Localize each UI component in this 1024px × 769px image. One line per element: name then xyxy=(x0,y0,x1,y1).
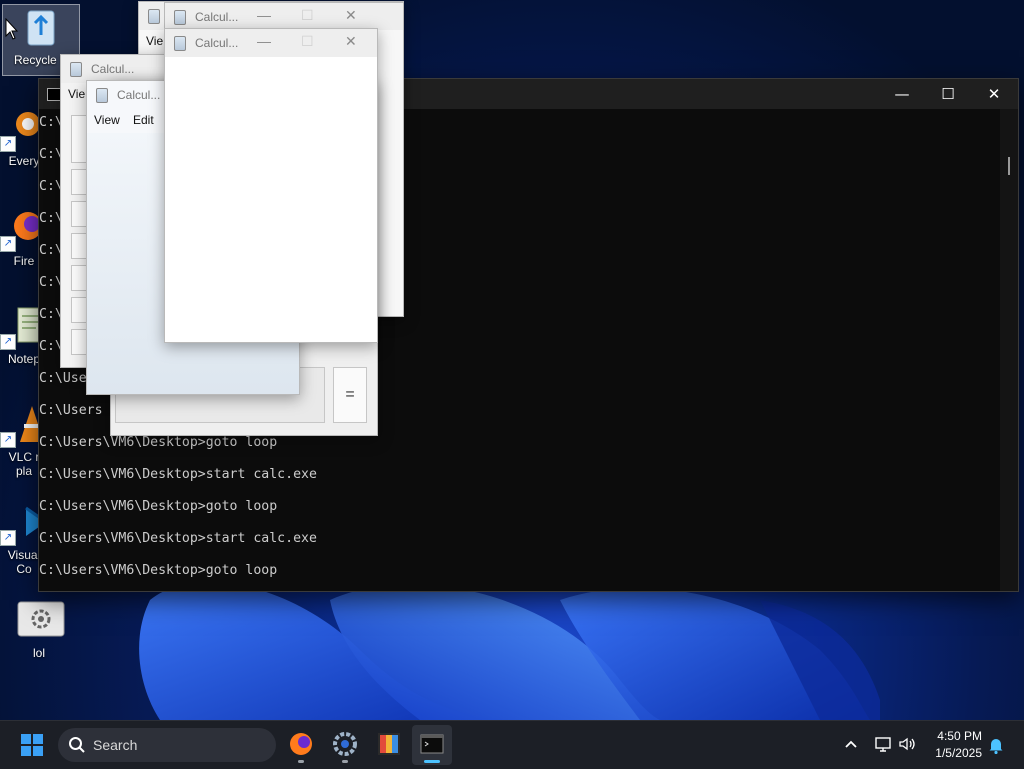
calculator-icon xyxy=(174,10,186,25)
terminal-line: C:\Users\VM6\Desktop>goto loop xyxy=(39,499,278,514)
minimize-button[interactable]: — xyxy=(257,7,271,23)
taskbar-settings[interactable] xyxy=(325,725,365,765)
terminal-line: C:\Users\VM6\Desktop>goto loop xyxy=(39,563,278,578)
clock-date[interactable]: 1/5/2025 xyxy=(920,746,982,760)
menu-edit[interactable]: Edit xyxy=(133,113,154,127)
calculator-titlebar[interactable]: Calcul... — ☐ ✕ xyxy=(165,29,377,57)
shortcut-arrow-icon: ↗ xyxy=(0,530,16,546)
calculator-key[interactable] xyxy=(71,233,87,259)
calculator-title: Calcul... xyxy=(117,88,161,102)
taskbar-terminal[interactable] xyxy=(412,725,452,765)
calculator-key[interactable] xyxy=(71,115,87,163)
calculator-title: Calcul... xyxy=(91,62,135,76)
close-button[interactable]: ✕ xyxy=(971,79,1017,109)
shortcut-arrow-icon: ↗ xyxy=(0,236,16,252)
terminal-line: C:\Users\VM6\Desktop>goto loop xyxy=(39,435,278,450)
notification-bell-icon[interactable] xyxy=(988,736,1004,758)
calculator-window[interactable]: Calcul... — ☐ ✕ xyxy=(164,2,404,29)
terminal-line: C:\Users\VM6\Desktop>start calc.exe xyxy=(39,531,317,546)
maximize-button[interactable]: ☐ xyxy=(925,79,971,109)
calculator-icon xyxy=(174,36,186,51)
terminal-line: C:\Users\VM6\Desktop>start calc.exe xyxy=(39,467,317,482)
equals-button[interactable]: = xyxy=(333,367,367,423)
menu-view[interactable]: View xyxy=(94,113,120,127)
taskbar-search-box[interactable]: Search xyxy=(58,728,276,762)
active-indicator xyxy=(424,760,440,763)
mouse-cursor-icon xyxy=(5,17,19,44)
running-indicator xyxy=(298,760,304,763)
taskbar: Search 4:50 PM 1/5/2025 xyxy=(0,720,1024,769)
running-indicator xyxy=(342,760,348,763)
calculator-icon xyxy=(148,9,160,24)
calculator-title: Calcul... xyxy=(195,36,239,50)
calculator-titlebar[interactable]: Calcul... — ☐ ✕ xyxy=(165,3,403,29)
taskbar-firefox[interactable] xyxy=(281,725,321,765)
terminal-icon xyxy=(420,734,444,754)
shortcut-arrow-icon: ↗ xyxy=(0,334,16,350)
terminal-scrollbar[interactable] xyxy=(1000,109,1018,591)
close-button[interactable]: ✕ xyxy=(345,33,357,50)
maximize-button[interactable]: ☐ xyxy=(301,33,314,50)
clock-time[interactable]: 4:50 PM xyxy=(920,729,982,743)
volume-icon[interactable] xyxy=(898,735,916,757)
menu-view[interactable]: Vie xyxy=(68,87,85,101)
calculator-key[interactable] xyxy=(71,329,87,355)
calculator-window[interactable]: Calcul... — ☐ ✕ xyxy=(164,28,378,343)
calculator-key[interactable] xyxy=(71,169,87,195)
desktop-icon-label: lol xyxy=(32,646,45,660)
search-placeholder: Search xyxy=(93,737,138,753)
menu-view[interactable]: Vie xyxy=(146,34,163,48)
terminal-scrollbar-thumb[interactable] xyxy=(1008,157,1010,175)
calculator-key[interactable] xyxy=(71,297,87,323)
shortcut-arrow-icon: ↗ xyxy=(0,432,16,448)
search-icon xyxy=(68,736,86,757)
settings-icon xyxy=(333,732,357,756)
close-button[interactable]: ✕ xyxy=(345,7,357,24)
shortcut-arrow-icon: ↗ xyxy=(0,136,16,152)
calculator-title: Calcul... xyxy=(195,10,239,24)
desktop-icon-lol[interactable]: lol xyxy=(1,598,77,660)
settings-shortcut-icon xyxy=(17,598,65,642)
chevron-up-icon[interactable] xyxy=(844,736,858,755)
calculator-icon xyxy=(96,88,108,103)
taskbar-photos[interactable] xyxy=(369,725,409,765)
maximize-button[interactable]: ☐ xyxy=(301,7,314,24)
recycle-bin-icon xyxy=(19,5,63,49)
calculator-icon xyxy=(70,62,82,77)
windows-start-icon[interactable] xyxy=(21,734,43,756)
calculator-key[interactable] xyxy=(71,201,87,227)
minimize-button[interactable]: — xyxy=(257,33,271,49)
photos-icon xyxy=(378,733,400,755)
calculator-key[interactable] xyxy=(71,265,87,291)
minimize-button[interactable]: — xyxy=(879,79,925,109)
network-icon[interactable] xyxy=(874,735,892,757)
firefox-icon xyxy=(290,733,312,755)
